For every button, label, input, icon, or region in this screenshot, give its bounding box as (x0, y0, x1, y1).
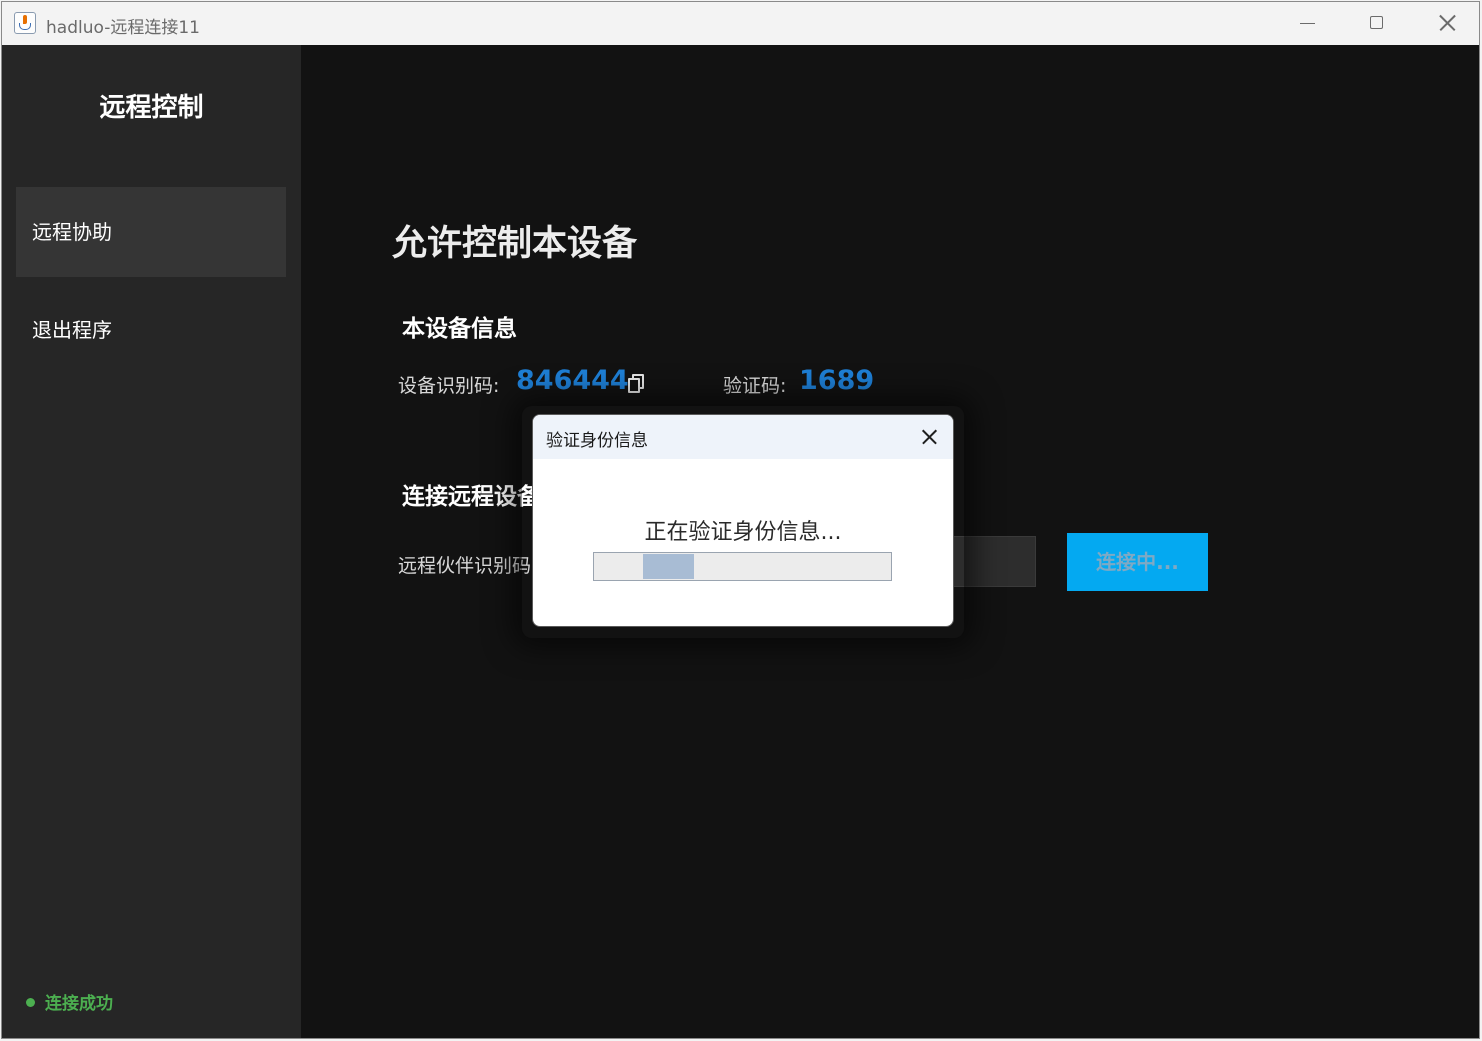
connect-button[interactable]: 连接中... (1067, 533, 1208, 591)
java-app-icon (14, 12, 36, 34)
minimize-button[interactable] (1271, 2, 1341, 45)
device-info-heading: 本设备信息 (402, 316, 517, 342)
dialog-close-button[interactable] (913, 422, 945, 452)
minimize-icon (1300, 23, 1315, 24)
maximize-icon (1370, 16, 1383, 29)
page-title: 允许控制本设备 (392, 224, 638, 264)
dialog-title: 验证身份信息 (546, 431, 648, 451)
sidebar-brand: 远程控制 (99, 93, 204, 123)
window-title: hadluo-远程连接11 (46, 18, 200, 38)
sidebar-item-exit[interactable]: 退出程序 (16, 285, 286, 375)
dialog-message: 正在验证身份信息... (644, 520, 842, 545)
progress-bar (593, 552, 892, 581)
connection-status: 连接成功 (26, 989, 113, 1014)
device-id-value: 846444 (516, 365, 629, 396)
sidebar-item-remote-assist[interactable]: 远程协助 (16, 187, 286, 277)
verify-code-value: 1689 (799, 365, 875, 396)
device-id-label: 设备识别码: (398, 375, 500, 397)
verify-code-label: 验证码: (723, 375, 787, 397)
copy-icon[interactable] (627, 373, 647, 395)
dialog-header[interactable]: 验证身份信息 (533, 415, 953, 459)
partner-id-label: 远程伙伴识别码: (398, 555, 538, 577)
maximize-button[interactable] (1341, 2, 1411, 45)
progress-indicator (643, 554, 694, 579)
status-text: 连接成功 (45, 994, 113, 1014)
verify-dialog: 验证身份信息 正在验证身份信息... (532, 414, 954, 627)
sidebar: 远程控制 远程协助 退出程序 连接成功 (2, 45, 301, 1038)
close-window-button[interactable] (1411, 2, 1479, 45)
status-dot-icon (26, 997, 35, 1007)
app-window: hadluo-远程连接11 远程控制 远程协助 退出程序 连接成功 允许控制本设… (1, 1, 1480, 1039)
title-bar[interactable]: hadluo-远程连接11 (2, 2, 1479, 45)
connect-remote-heading: 连接远程设备 (402, 484, 540, 510)
